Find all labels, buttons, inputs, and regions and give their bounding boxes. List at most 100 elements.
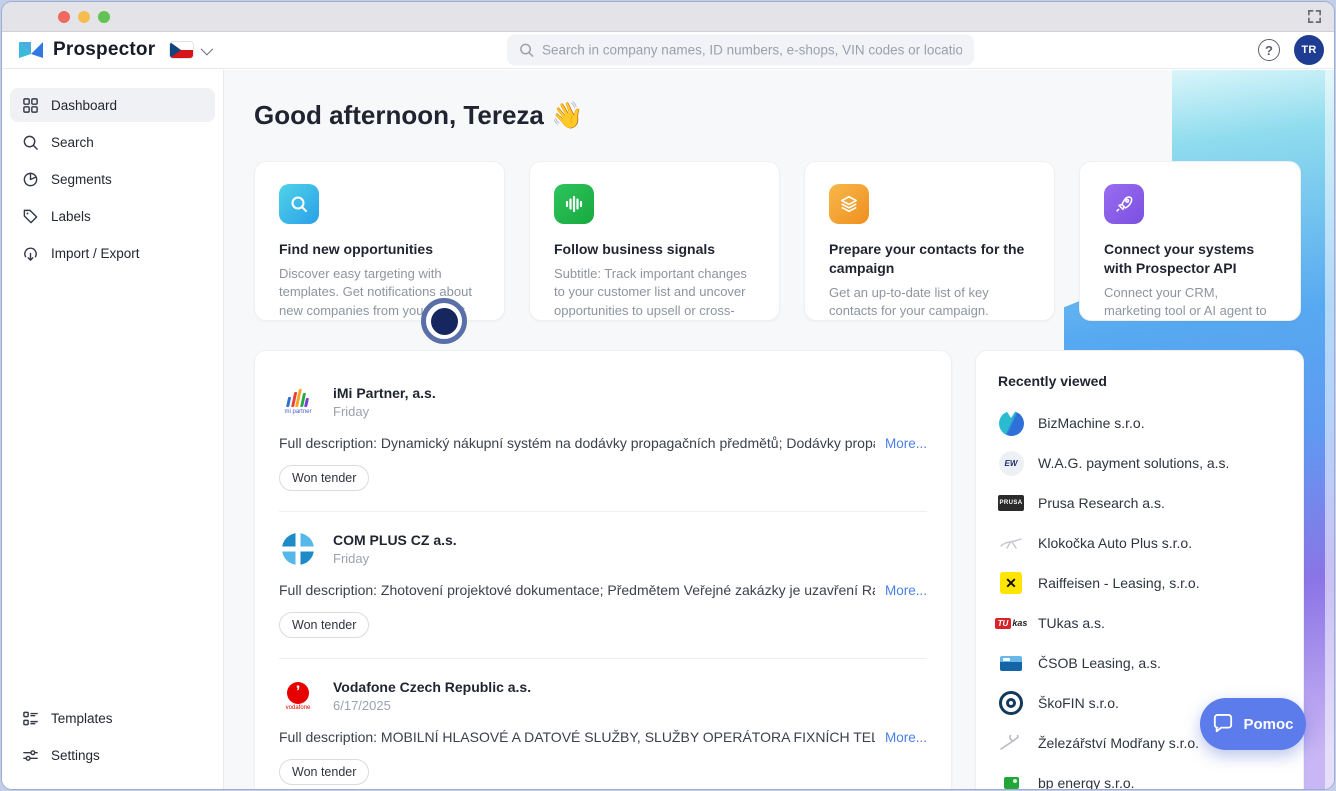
recent-company-raiffeisen[interactable]: ✕ Raiffeisen - Leasing, s.r.o. (998, 563, 1281, 603)
sidebar-item-label: Segments (51, 172, 112, 187)
close-window-button[interactable] (58, 11, 70, 23)
vodafone-logo: ’ vodafone (279, 677, 317, 715)
sidebar-item-templates[interactable]: Templates (10, 701, 215, 735)
minimize-window-button[interactable] (78, 11, 90, 23)
brand-wordmark: Prospector (53, 39, 155, 61)
recent-company-klokocka[interactable]: Klokočka Auto Plus s.r.o. (998, 523, 1281, 563)
more-link[interactable]: More... (885, 730, 927, 745)
cloud-transfer-icon (22, 245, 39, 262)
templates-icon (22, 710, 39, 727)
zoom-window-button[interactable] (98, 11, 110, 23)
app-window: Prospector ? TR Dashb (2, 2, 1334, 789)
more-link[interactable]: More... (885, 583, 927, 598)
feed-item-com-plus[interactable]: COM PLUS CZ a.s. Friday Full description… (279, 511, 927, 658)
sidebar-item-label: Templates (51, 711, 113, 726)
skofin-logo (998, 690, 1024, 716)
sidebar-item-settings[interactable]: Settings (10, 738, 215, 772)
recent-company-bp-energy[interactable]: bp energy s.r.o. (998, 763, 1281, 789)
page-title: Good afternoon, Tereza 👋 (254, 100, 583, 131)
sidebar-item-label: Search (51, 135, 94, 150)
sidebar-item-segments[interactable]: Segments (10, 162, 215, 196)
sidebar-item-label: Labels (51, 209, 91, 224)
company-name: iMi Partner, a.s. (333, 385, 436, 401)
help-icon[interactable]: ? (1258, 39, 1280, 61)
app-header: Prospector ? TR (2, 32, 1334, 69)
com-plus-logo (279, 530, 317, 568)
rocket-icon (1104, 184, 1144, 224)
signal-wave-icon (554, 184, 594, 224)
card-find-opportunities[interactable]: Find new opportunities Discover easy tar… (254, 161, 505, 321)
sidebar-item-import-export[interactable]: Import / Export (10, 236, 215, 270)
search-icon (279, 184, 319, 224)
sidebar-item-labels[interactable]: Labels (10, 199, 215, 233)
bp-energy-logo (998, 770, 1024, 789)
recent-company-bizmachine[interactable]: BizMachine s.r.o. (998, 403, 1281, 443)
brand: Prospector (18, 39, 155, 61)
card-business-signals[interactable]: Follow business signals Subtitle: Track … (529, 161, 780, 321)
card-description: Subtitle: Track important changes to you… (554, 265, 755, 321)
search-icon (519, 43, 534, 58)
feed-date: Friday (333, 551, 457, 566)
search-icon (22, 134, 39, 151)
bizmachine-logo (998, 410, 1024, 436)
sidebar-item-label: Import / Export (51, 246, 140, 261)
wag-logo: EW (998, 450, 1024, 476)
scrollbar-track[interactable] (1325, 70, 1334, 789)
card-description: Connect your CRM, marketing tool or AI a… (1104, 284, 1276, 321)
click-indicator (421, 298, 467, 344)
fullscreen-icon[interactable] (1307, 9, 1322, 24)
recent-company-csob[interactable]: ČSOB Leasing, a.s. (998, 643, 1281, 683)
won-tender-badge: Won tender (279, 465, 369, 491)
tukas-logo: TUkas (998, 610, 1024, 636)
sidebar-item-dashboard[interactable]: Dashboard (10, 88, 215, 122)
dashboard-grid-icon (22, 97, 39, 114)
card-prepare-contacts[interactable]: Prepare your contacts for the campaign G… (804, 161, 1055, 321)
feed-description: Full description: Zhotovení projektové d… (279, 582, 875, 598)
card-title: Prepare your contacts for the campaign (829, 240, 1030, 278)
card-title: Connect your systems with Prospector API (1104, 240, 1276, 278)
prospector-logo-icon (18, 39, 44, 61)
card-title: Find new opportunities (279, 240, 480, 259)
more-link[interactable]: More... (885, 436, 927, 451)
global-search (507, 35, 974, 66)
feed-description: Full description: Dynamický nákupní syst… (279, 435, 875, 451)
card-title: Follow business signals (554, 240, 755, 259)
help-chat-label: Pomoc (1243, 716, 1293, 733)
sliders-icon (22, 747, 39, 764)
chevron-down-icon (201, 42, 214, 55)
sidebar-item-label: Settings (51, 748, 100, 763)
recent-company-wag[interactable]: EW W.A.G. payment solutions, a.s. (998, 443, 1281, 483)
chat-bubble-icon (1212, 714, 1234, 734)
sidebar-item-search[interactable]: Search (10, 125, 215, 159)
imi-partner-logo: mi partner (279, 383, 317, 421)
feed-date: 6/17/2025 (333, 698, 531, 713)
layers-icon (829, 184, 869, 224)
tender-feed-panel: mi partner iMi Partner, a.s. Friday Full… (254, 350, 952, 789)
feed-date: Friday (333, 404, 436, 419)
onboarding-cards: Find new opportunities Discover easy tar… (254, 161, 1301, 321)
tag-icon (22, 208, 39, 225)
feed-description: Full description: MOBILNÍ HLASOVÉ A DATO… (279, 729, 875, 745)
titlebar (2, 2, 1334, 32)
card-prospector-api[interactable]: Connect your systems with Prospector API… (1079, 161, 1301, 321)
wrench-logo (998, 730, 1024, 756)
sidebar-item-label: Dashboard (51, 98, 117, 113)
help-chat-button[interactable]: Pomoc (1200, 698, 1306, 750)
recent-company-tukas[interactable]: TUkas TUkas a.s. (998, 603, 1281, 643)
feed-item-imi-partner[interactable]: mi partner iMi Partner, a.s. Friday Full… (279, 365, 927, 511)
czech-flag-icon (169, 41, 194, 59)
won-tender-badge: Won tender (279, 612, 369, 638)
prusa-logo: PRUSA (998, 490, 1024, 516)
language-selector[interactable] (169, 41, 210, 59)
won-tender-badge: Won tender (279, 759, 369, 785)
main-content: Good afternoon, Tereza 👋 Find new opport… (224, 70, 1334, 789)
search-input[interactable] (542, 43, 962, 58)
recent-company-prusa[interactable]: PRUSA Prusa Research a.s. (998, 483, 1281, 523)
csob-logo (998, 650, 1024, 676)
company-name: Vodafone Czech Republic a.s. (333, 679, 531, 695)
recently-viewed-title: Recently viewed (998, 373, 1281, 389)
feed-item-vodafone[interactable]: ’ vodafone Vodafone Czech Republic a.s. … (279, 658, 927, 789)
sidebar: Dashboard Search Segments Labels (2, 70, 224, 789)
avatar[interactable]: TR (1294, 35, 1324, 65)
pie-chart-icon (22, 171, 39, 188)
